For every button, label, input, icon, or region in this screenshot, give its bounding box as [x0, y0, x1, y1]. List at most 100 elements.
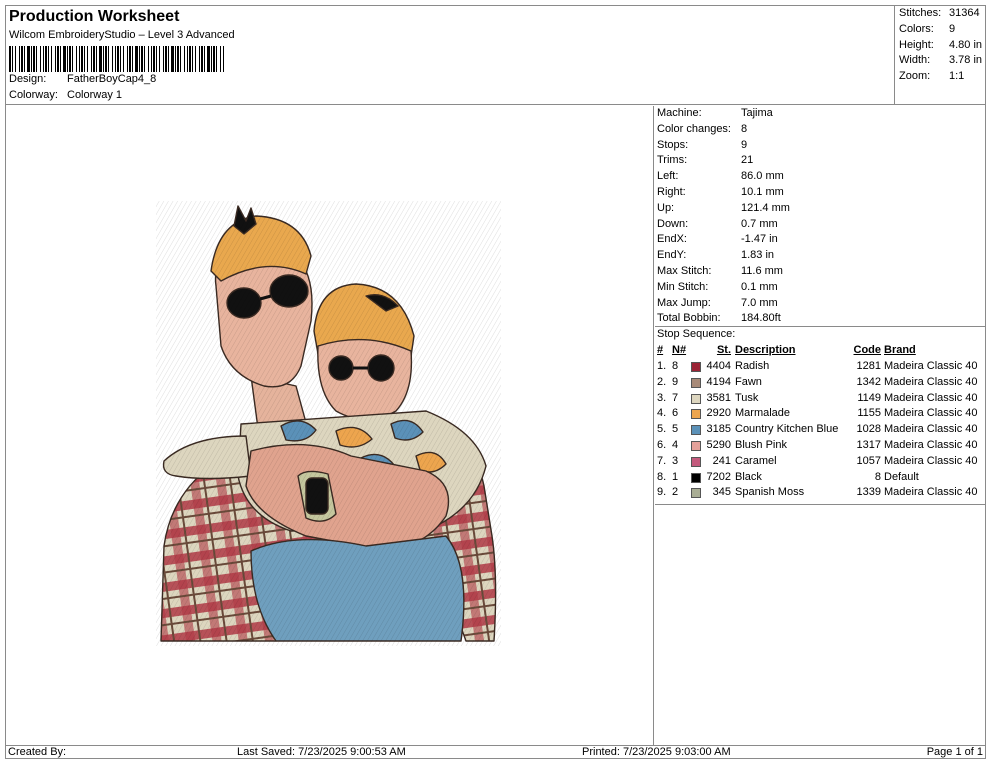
cell-st: 2920	[706, 407, 731, 420]
info-row: Trims: 21	[657, 154, 753, 166]
info-row: EndY: 1.83 in	[657, 249, 774, 261]
cell-n: 1	[672, 470, 679, 483]
cell-code: 1028	[856, 423, 881, 436]
column-header-n: N#	[672, 344, 687, 356]
info-label: Stops:	[657, 138, 689, 151]
cell-desc: Radish	[735, 360, 770, 372]
info-row: Max Jump: 7.0 mm	[657, 297, 778, 309]
info-label: Max Jump:	[657, 296, 711, 309]
column-header-num: #	[657, 344, 664, 356]
table-row: 3. 7 3581 Tusk 1149 Madeira Classic 40	[655, 392, 985, 408]
barcode-icon	[9, 46, 224, 72]
info-label: Color changes:	[657, 122, 731, 135]
divider	[655, 326, 985, 327]
info-row: Right: 10.1 mm	[657, 186, 784, 198]
summary-height: Height: 4.80 in	[899, 39, 983, 51]
info-value: 10.1 mm	[741, 186, 784, 198]
cell-desc: Blush Pink	[735, 439, 787, 451]
production-worksheet: Production Worksheet Wilcom EmbroiderySt…	[5, 5, 986, 759]
info-value: 0.1 mm	[741, 280, 778, 293]
cell-num: 2.	[657, 375, 667, 388]
created-by: Created By:	[8, 746, 67, 758]
design-preview	[6, 106, 654, 745]
summary-stitches: Stitches: 31364	[899, 7, 980, 19]
cell-code: 1339	[856, 486, 881, 499]
cell-brand: Default	[884, 470, 919, 483]
info-label: Right:	[657, 186, 686, 198]
color-swatch	[691, 456, 701, 467]
cell-num: 3.	[657, 391, 667, 404]
cell-brand: Madeira Classic 40	[884, 486, 978, 499]
color-swatch	[691, 488, 701, 499]
info-value: 0.7 mm	[741, 217, 778, 230]
info-value: Tajima	[741, 107, 773, 119]
info-label: Machine:	[657, 107, 702, 119]
info-label: Left:	[657, 170, 679, 183]
info-value: 21	[741, 154, 754, 167]
info-row: Max Stitch: 11.6 mm	[657, 265, 783, 277]
info-value: 9	[741, 138, 748, 151]
info-label: Max Stitch:	[657, 265, 712, 277]
cell-n: 3	[672, 454, 679, 467]
cell-st: 7202	[706, 470, 731, 483]
column-header-code: Code	[853, 344, 882, 356]
info-row: Min Stitch: 0.1 mm	[657, 281, 778, 293]
color-swatch	[691, 441, 701, 451]
info-label: Up:	[657, 201, 675, 214]
cell-desc: Fawn	[735, 375, 762, 388]
worksheet-header: Production Worksheet Wilcom EmbroiderySt…	[6, 6, 985, 105]
table-row: 9. 2 345 Spanish Moss 1339 Madeira Classic 40	[655, 486, 985, 502]
software-name: Wilcom EmbroideryStudio – Level 3 Advanc…	[9, 29, 235, 41]
last-saved: Last Saved: 7/23/2025 9:00:53 AM	[237, 746, 406, 758]
info-label: Total Bobbin:	[657, 312, 721, 325]
design-value: FatherBoyCap4_8	[67, 73, 157, 85]
cell-num: 9.	[657, 486, 667, 499]
cell-desc: Tusk	[735, 391, 759, 404]
summary-zoom: Zoom: 1:1	[899, 70, 965, 82]
info-row: Total Bobbin: 184.80ft	[657, 312, 781, 324]
info-value: 121.4 mm	[741, 201, 790, 214]
cell-desc: Black	[735, 470, 762, 483]
cell-st: 3185	[706, 423, 731, 436]
cell-code: 1057	[856, 454, 881, 467]
table-row: 4. 6 2920 Marmalade 1155 Madeira Classic 40	[655, 407, 985, 423]
cell-n: 6	[672, 407, 679, 420]
printed-date: Printed: 7/23/2025 9:03:00 AM	[582, 746, 731, 758]
info-row: EndX: -1.47 in	[657, 233, 778, 245]
cell-brand: Madeira Classic 40	[884, 375, 978, 388]
cell-brand: Madeira Classic 40	[884, 407, 978, 420]
info-row: Machine: Tajima	[657, 107, 773, 119]
summary-width: Width: 3.78 in	[899, 54, 983, 66]
cell-n: 7	[672, 391, 679, 404]
cell-st: 3581	[706, 391, 731, 404]
colorway-value: Colorway 1	[67, 89, 123, 101]
table-row: 5. 5 3185 Country Kitchen Blue 1028 Madeira C…	[655, 423, 985, 439]
cell-st: 4404	[706, 360, 731, 372]
cell-desc: Marmalade	[735, 407, 791, 420]
info-label: Min Stitch:	[657, 280, 709, 293]
info-value: 11.6 mm	[741, 265, 783, 277]
info-value: 1.83 in	[741, 249, 775, 262]
table-row: 1. 8 4404 Radish 1281 Madeira Classic 40	[655, 360, 985, 376]
column-header-desc: Description	[735, 344, 796, 356]
info-row: Stops: 9	[657, 139, 747, 151]
color-swatch	[691, 425, 701, 436]
design-label: Design:	[9, 73, 47, 85]
info-value: -1.47 in	[741, 233, 778, 246]
cell-brand: Madeira Classic 40	[884, 360, 978, 372]
cell-num: 8.	[657, 470, 667, 483]
column-header-brand: Brand	[884, 344, 916, 356]
info-value: 86.0 mm	[741, 170, 784, 183]
table-row: 6. 4 5290 Blush Pink 1317 Madeira Classic 40	[655, 439, 985, 455]
colorway-row: Colorway: Colorway 1	[9, 89, 122, 101]
cell-num: 7.	[657, 454, 667, 467]
cell-st: 241	[712, 454, 731, 467]
info-row: Up: 121.4 mm	[657, 202, 790, 214]
info-row: Left: 86.0 mm	[657, 170, 784, 182]
info-label: Trims:	[657, 154, 688, 167]
cell-brand: Madeira Classic 40	[884, 391, 978, 404]
info-label: EndY:	[657, 249, 687, 262]
info-row: Color changes: 8	[657, 123, 747, 135]
machine-info-panel: Machine: Tajima Color changes: 8 Stops: 9 Trim…	[655, 106, 985, 745]
cell-n: 5	[672, 423, 679, 436]
